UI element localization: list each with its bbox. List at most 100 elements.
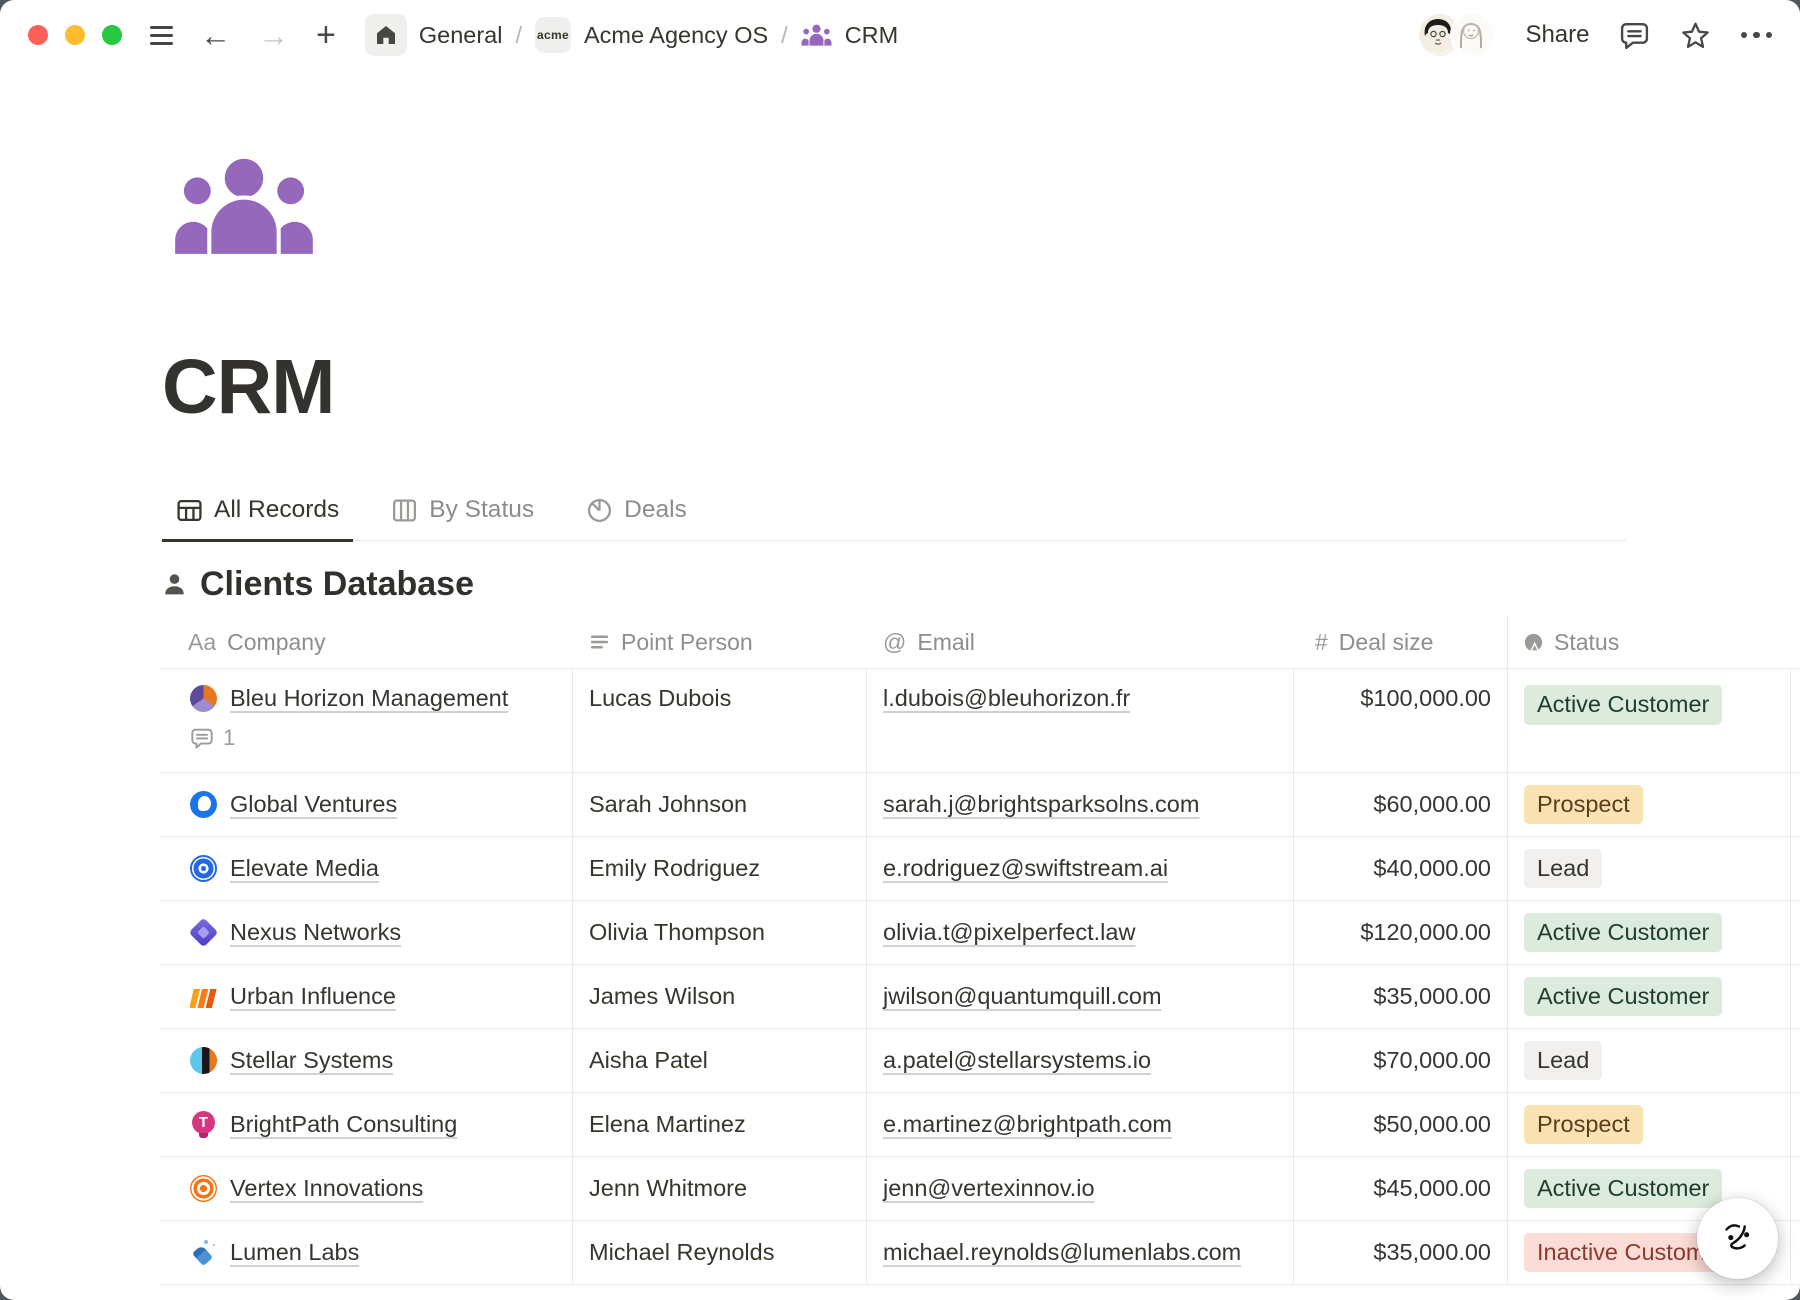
status-badge[interactable]: Lead <box>1524 1041 1602 1081</box>
tab-by-status[interactable]: By Status <box>377 496 548 542</box>
column-header-status[interactable]: Status <box>1508 616 1791 668</box>
email-link[interactable]: jwilson@quantumquill.com <box>883 983 1162 1010</box>
sidebar-menu-icon[interactable] <box>150 26 173 45</box>
table-row[interactable]: Vertex Innovations Jenn Whitmore jenn@ve… <box>160 1156 1800 1220</box>
table-row[interactable]: Urban Influence James Wilson jwilson@qua… <box>160 964 1800 1028</box>
table-row[interactable]: Stellar Systems Aisha Patel a.patel@stel… <box>160 1028 1800 1092</box>
tab-deals[interactable]: Deals <box>572 496 701 542</box>
point-person-cell[interactable]: James Wilson <box>573 965 867 1028</box>
table-row[interactable]: Bleu Horizon Management 1 Lucas Dubois l… <box>160 668 1800 772</box>
home-button[interactable] <box>365 14 407 56</box>
forward-icon[interactable]: → <box>258 20 289 51</box>
status-cell[interactable]: Lead <box>1508 1029 1791 1092</box>
minimize-window-button[interactable] <box>65 25 85 45</box>
back-icon[interactable]: ← <box>200 20 231 51</box>
deal-size-cell[interactable]: $70,000.00 <box>1294 1029 1508 1092</box>
status-badge[interactable]: Active Customer <box>1524 685 1722 725</box>
email-link[interactable]: e.rodriguez@swiftstream.ai <box>883 855 1168 882</box>
column-header-point-person[interactable]: Point Person <box>573 616 867 668</box>
email-link[interactable]: l.dubois@bleuhorizon.fr <box>883 685 1130 712</box>
presence-avatars[interactable] <box>1417 12 1496 58</box>
column-header-deal-size[interactable]: # Deal size <box>1294 616 1508 668</box>
company-cell[interactable]: Nexus Networks <box>160 901 573 964</box>
status-badge[interactable]: Lead <box>1524 849 1602 889</box>
company-cell[interactable]: Global Ventures <box>160 773 573 836</box>
email-cell[interactable]: jenn@vertexinnov.io <box>867 1157 1294 1220</box>
status-badge[interactable]: Active Customer <box>1524 1169 1722 1209</box>
deal-size-cell[interactable]: $40,000.00 <box>1294 837 1508 900</box>
company-cell[interactable]: Lumen Labs <box>160 1221 573 1284</box>
new-page-icon[interactable]: + <box>316 18 336 52</box>
breadcrumb-workspace[interactable]: Acme Agency OS <box>584 22 768 49</box>
status-badge[interactable]: Active Customer <box>1524 913 1722 953</box>
point-person-cell[interactable]: Michael Reynolds <box>573 1221 867 1284</box>
status-cell[interactable]: Active Customer <box>1508 669 1791 772</box>
company-cell[interactable]: Bleu Horizon Management 1 <box>160 669 573 772</box>
status-cell[interactable]: Prospect <box>1508 773 1791 836</box>
company-name-link[interactable]: Stellar Systems <box>230 1047 393 1074</box>
status-cell[interactable]: Lead <box>1508 837 1791 900</box>
zoom-window-button[interactable] <box>102 25 122 45</box>
point-person-cell[interactable]: Sarah Johnson <box>573 773 867 836</box>
notion-ai-button[interactable] <box>1697 1198 1778 1279</box>
point-person-cell[interactable]: Emily Rodriguez <box>573 837 867 900</box>
company-cell[interactable]: BrightPath Consulting <box>160 1093 573 1156</box>
deal-size-cell[interactable]: $120,000.00 <box>1294 901 1508 964</box>
point-person-cell[interactable]: Jenn Whitmore <box>573 1157 867 1220</box>
status-cell[interactable]: Active Customer <box>1508 965 1791 1028</box>
column-header-company[interactable]: Aa Company <box>160 616 573 668</box>
table-row[interactable]: Global Ventures Sarah Johnson sarah.j@br… <box>160 772 1800 836</box>
comments-icon[interactable] <box>1619 20 1650 51</box>
point-person-cell[interactable]: Olivia Thompson <box>573 901 867 964</box>
status-cell[interactable]: Active Customer <box>1508 901 1791 964</box>
email-link[interactable]: e.martinez@brightpath.com <box>883 1111 1172 1138</box>
company-name-link[interactable]: Bleu Horizon Management <box>230 685 508 712</box>
comment-count[interactable]: 1 <box>190 725 235 751</box>
tab-all-records[interactable]: All Records <box>162 496 353 542</box>
email-cell[interactable]: olivia.t@pixelperfect.law <box>867 901 1294 964</box>
status-badge[interactable]: Prospect <box>1524 1105 1643 1145</box>
email-cell[interactable]: sarah.j@brightsparksolns.com <box>867 773 1294 836</box>
company-cell[interactable]: Vertex Innovations <box>160 1157 573 1220</box>
table-row[interactable]: Elevate Media Emily Rodriguez e.rodrigue… <box>160 836 1800 900</box>
company-name-link[interactable]: Nexus Networks <box>230 919 401 946</box>
point-person-cell[interactable]: Aisha Patel <box>573 1029 867 1092</box>
status-cell[interactable]: Prospect <box>1508 1093 1791 1156</box>
email-link[interactable]: jenn@vertexinnov.io <box>883 1175 1095 1202</box>
email-cell[interactable]: e.rodriguez@swiftstream.ai <box>867 837 1294 900</box>
company-name-link[interactable]: Elevate Media <box>230 855 379 882</box>
company-cell[interactable]: Urban Influence <box>160 965 573 1028</box>
status-badge[interactable]: Active Customer <box>1524 977 1722 1017</box>
deal-size-cell[interactable]: $35,000.00 <box>1294 1221 1508 1284</box>
company-name-link[interactable]: Lumen Labs <box>230 1239 359 1266</box>
table-row[interactable]: BrightPath Consulting Elena Martinez e.m… <box>160 1092 1800 1156</box>
email-link[interactable]: olivia.t@pixelperfect.law <box>883 919 1135 946</box>
deal-size-cell[interactable]: $60,000.00 <box>1294 773 1508 836</box>
email-link[interactable]: a.patel@stellarsystems.io <box>883 1047 1151 1074</box>
company-name-link[interactable]: Vertex Innovations <box>230 1175 423 1202</box>
deal-size-cell[interactable]: $100,000.00 <box>1294 669 1508 772</box>
email-cell[interactable]: michael.reynolds@lumenlabs.com <box>867 1221 1294 1284</box>
email-cell[interactable]: e.martinez@brightpath.com <box>867 1093 1294 1156</box>
deal-size-cell[interactable]: $35,000.00 <box>1294 965 1508 1028</box>
breadcrumb-page[interactable]: CRM <box>845 22 899 49</box>
email-link[interactable]: michael.reynolds@lumenlabs.com <box>883 1239 1241 1266</box>
workspace-logo[interactable]: acme <box>535 17 571 53</box>
breadcrumb-general[interactable]: General <box>419 22 503 49</box>
page-people-icon[interactable] <box>174 158 314 254</box>
company-name-link[interactable]: Urban Influence <box>230 983 396 1010</box>
email-cell[interactable]: a.patel@stellarsystems.io <box>867 1029 1294 1092</box>
deal-size-cell[interactable]: $45,000.00 <box>1294 1157 1508 1220</box>
company-cell[interactable]: Stellar Systems <box>160 1029 573 1092</box>
company-cell[interactable]: Elevate Media <box>160 837 573 900</box>
email-cell[interactable]: l.dubois@bleuhorizon.fr <box>867 669 1294 772</box>
point-person-cell[interactable]: Lucas Dubois <box>573 669 867 772</box>
share-button[interactable]: Share <box>1525 21 1589 49</box>
more-options-icon[interactable] <box>1741 32 1773 39</box>
column-header-email[interactable]: @ Email <box>867 616 1294 668</box>
table-row[interactable]: Lumen Labs Michael Reynolds michael.reyn… <box>160 1220 1800 1285</box>
point-person-cell[interactable]: Elena Martinez <box>573 1093 867 1156</box>
close-window-button[interactable] <box>28 25 48 45</box>
table-row[interactable]: Nexus Networks Olivia Thompson olivia.t@… <box>160 900 1800 964</box>
company-name-link[interactable]: Global Ventures <box>230 791 397 818</box>
